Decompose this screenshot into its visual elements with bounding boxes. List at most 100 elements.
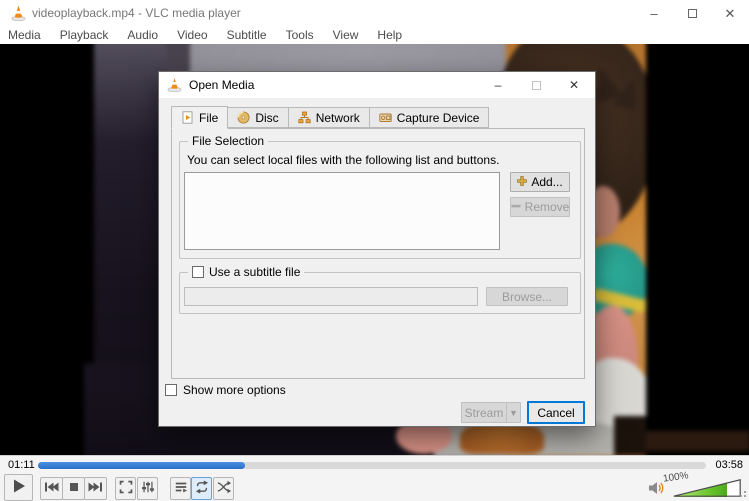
file-selection-description: You can select local files with the foll… [187,153,500,167]
next-icon [88,481,103,496]
tab-file-label: File [199,110,219,125]
dialog-title: Open Media [189,78,255,92]
menu-bar: Media Playback Audio Video Subtitle Tool… [0,27,749,44]
cancel-button-label: Cancel [537,405,575,420]
subtitle-group: Use a subtitle file Browse... [179,265,581,314]
resize-grip[interactable] [738,491,746,499]
dialog-maximize-button[interactable] [517,72,555,98]
previous-button[interactable] [40,477,63,500]
menu-item-help[interactable]: Help [377,28,412,44]
elapsed-time: 01:11 [8,459,35,471]
chevron-down-icon: ▼ [509,407,518,418]
plus-icon [517,175,528,189]
menu-item-audio[interactable]: Audio [127,28,168,44]
use-subtitle-checkbox[interactable] [192,266,204,278]
speaker-icon [648,482,665,499]
tab-disc-label: Disc [255,110,279,125]
dialog-titlebar[interactable]: Open Media – ✕ [159,72,595,98]
subtitle-legend: Use a subtitle file [188,265,305,279]
file-list[interactable] [184,172,500,250]
file-selection-legend: File Selection [188,134,269,148]
minimize-icon: – [650,6,658,21]
minimize-icon: – [494,78,502,92]
file-icon [181,111,194,124]
shuffle-icon [217,480,231,497]
close-button[interactable]: ✕ [711,0,749,27]
loop-icon [195,480,209,497]
show-more-options: Show more options [165,383,286,397]
stop-icon [68,481,80,496]
vlc-cone-icon [167,76,182,96]
tab-capture-device-label: Capture Device [396,110,480,125]
show-more-options-checkbox[interactable] [165,384,177,396]
menu-item-tools[interactable]: Tools [286,28,324,44]
play-icon [11,478,27,497]
dialog-controls: – ✕ [479,72,593,98]
remove-button: Remove [510,197,570,217]
network-icon [298,111,311,124]
subtitle-path-input [184,287,478,306]
dialog-tabbar: File Disc Network Capture Device [171,106,490,129]
stop-button[interactable] [62,477,85,500]
disc-icon [237,111,250,124]
player-panel: 01:11 03:58 100% [0,455,749,501]
playlist-icon [174,480,188,497]
file-selection-group: File Selection You can select local file… [179,134,581,259]
loop-button[interactable] [191,477,212,500]
minus-icon [511,200,521,214]
seek-progress [38,462,246,469]
tab-disc[interactable]: Disc [228,107,289,128]
pillarbox-right [646,44,749,455]
dialog-close-button[interactable]: ✕ [555,72,593,98]
menu-item-playback[interactable]: Playback [60,28,119,44]
subtitle-legend-label: Use a subtitle file [209,265,301,279]
stream-dropdown-button: ▼ [506,402,521,423]
window-controls: – ✕ [635,0,749,27]
add-button-label: Add... [531,175,563,189]
volume-slider[interactable] [673,479,741,497]
close-icon: ✕ [568,78,580,92]
tab-capture-device[interactable]: Capture Device [369,107,490,128]
stream-button-label: Stream [464,405,504,420]
brown-strip-shape [646,431,749,451]
window-titlebar: videoplayback.mp4 - VLC media player – ✕ [0,0,749,27]
cancel-button[interactable]: Cancel [527,401,585,424]
volume-slider-outline [673,479,741,497]
fullscreen-icon [119,480,133,497]
tab-network[interactable]: Network [288,107,370,128]
minimize-button[interactable]: – [635,0,673,27]
next-button[interactable] [84,477,107,500]
close-icon: ✕ [724,5,736,21]
fullscreen-button[interactable] [115,477,136,500]
seek-bar[interactable] [38,462,706,469]
window-title: videoplayback.mp4 - VLC media player [32,6,241,20]
play-button[interactable] [4,474,33,501]
maximize-button[interactable] [673,0,711,27]
add-button[interactable]: Add... [510,172,570,192]
open-media-dialog: Open Media – ✕ File Disc Network Capture… [158,71,596,427]
menu-item-view[interactable]: View [333,28,369,44]
menu-item-video[interactable]: Video [177,28,217,44]
tab-file[interactable]: File [171,106,229,129]
random-button[interactable] [213,477,234,500]
menu-item-media[interactable]: Media [8,28,51,44]
maximize-icon [687,9,697,18]
extended-settings-button[interactable] [137,477,158,500]
equalizer-icon [141,480,155,497]
browse-button-label: Browse... [501,289,552,304]
show-more-options-label: Show more options [183,383,286,397]
previous-icon [44,481,59,496]
tab-network-label: Network [315,110,360,125]
duration-time: 03:58 [715,459,743,471]
volume-mute-button[interactable] [648,480,665,499]
maximize-icon [531,80,541,90]
dialog-minimize-button[interactable]: – [479,72,517,98]
browse-button: Browse... [486,287,568,306]
vlc-window: videoplayback.mp4 - VLC media player – ✕… [0,0,749,501]
vlc-cone-icon [11,5,26,25]
stream-button: Stream [461,402,507,423]
playlist-button[interactable] [170,477,191,500]
remove-button-label: Remove [524,200,570,214]
menu-item-subtitle[interactable]: Subtitle [227,28,277,44]
capture-device-icon [379,111,392,124]
